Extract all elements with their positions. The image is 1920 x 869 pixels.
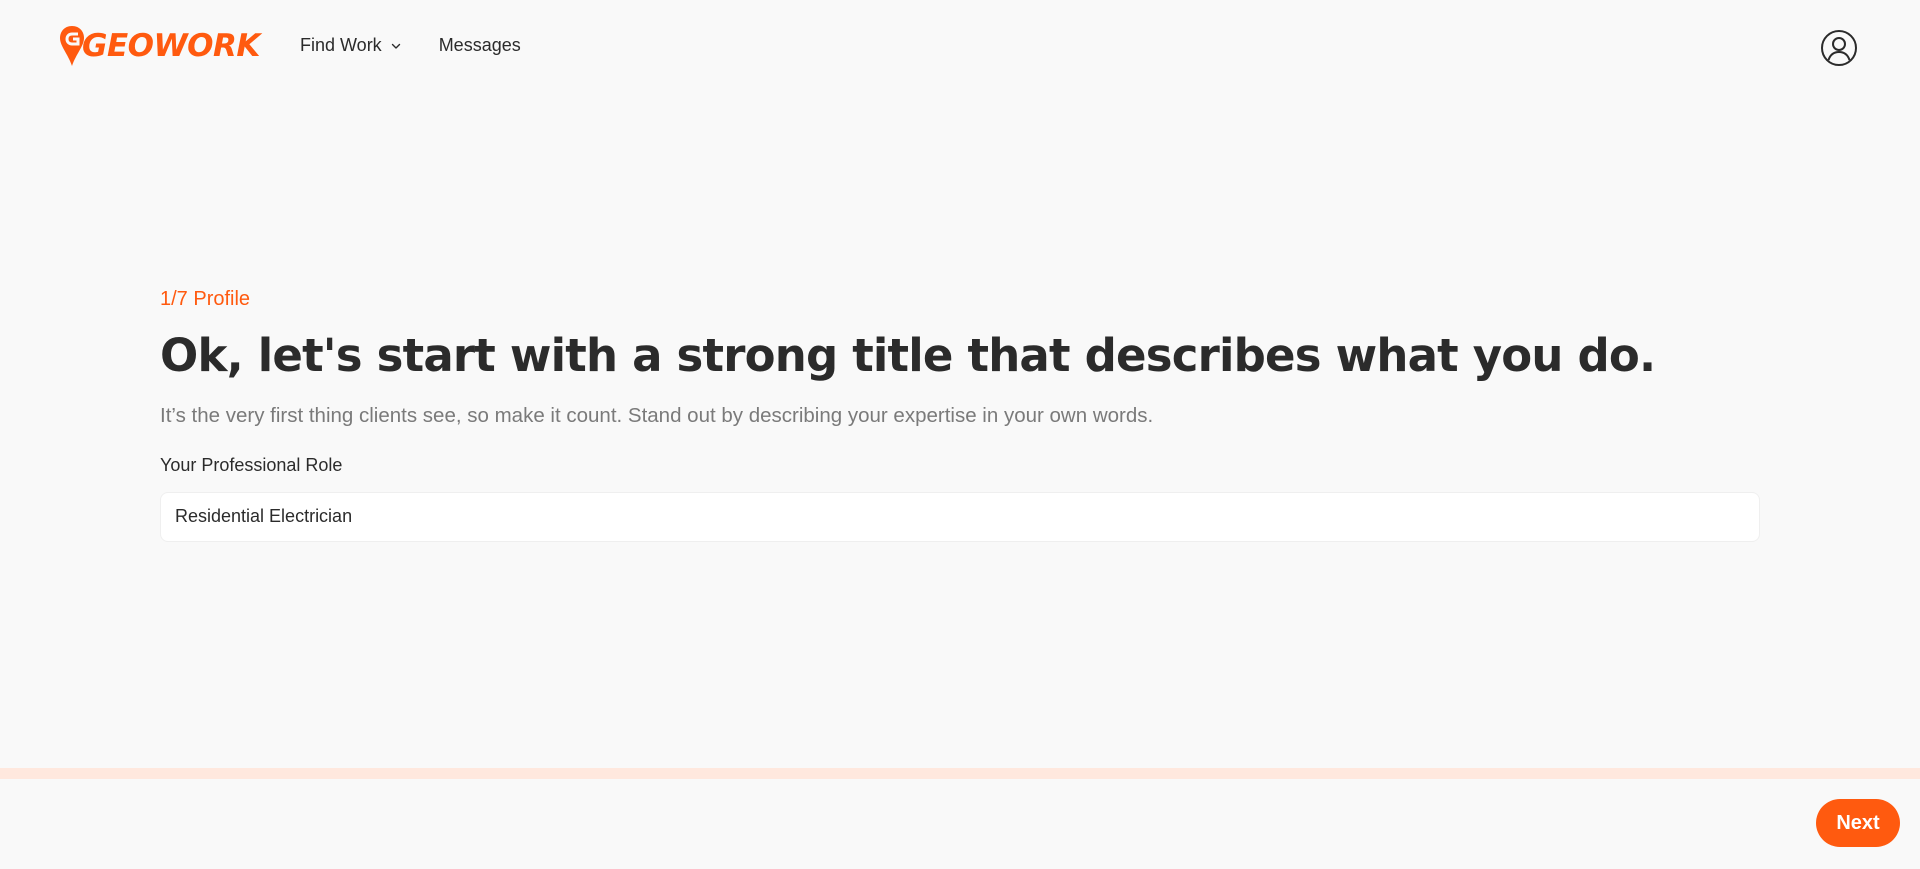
nav-messages-label: Messages [438, 35, 521, 55]
professional-role-label: Your Professional Role [160, 454, 343, 475]
footer-bar: Next [0, 779, 1920, 869]
brand-logo[interactable]: GEOWORK [58, 24, 260, 68]
nav-find-work-label: Find Work [300, 35, 382, 55]
professional-role-input[interactable] [160, 491, 1760, 542]
next-button[interactable]: Next [1816, 799, 1900, 847]
chevron-down-icon [391, 43, 400, 49]
profile-step-form: 1/7 Profile Ok, let's start with a stron… [160, 288, 1760, 542]
step-indicator: 1/7 Profile [160, 288, 251, 310]
main-nav: Find Work Messages [300, 35, 521, 56]
progress-bar [0, 768, 1920, 779]
nav-messages[interactable]: Messages [439, 35, 521, 56]
map-pin-icon [60, 26, 84, 66]
user-circle-icon[interactable] [1820, 29, 1858, 67]
top-navigation-bar: GEOWORK Find Work Messages [0, 0, 1920, 95]
page-subtitle: It’s the very first thing clients see, s… [160, 403, 1154, 427]
page-title: Ok, let's start with a strong title that… [160, 329, 1656, 382]
nav-find-work[interactable]: Find Work [300, 35, 402, 56]
brand-name: GEOWORK [82, 27, 260, 64]
